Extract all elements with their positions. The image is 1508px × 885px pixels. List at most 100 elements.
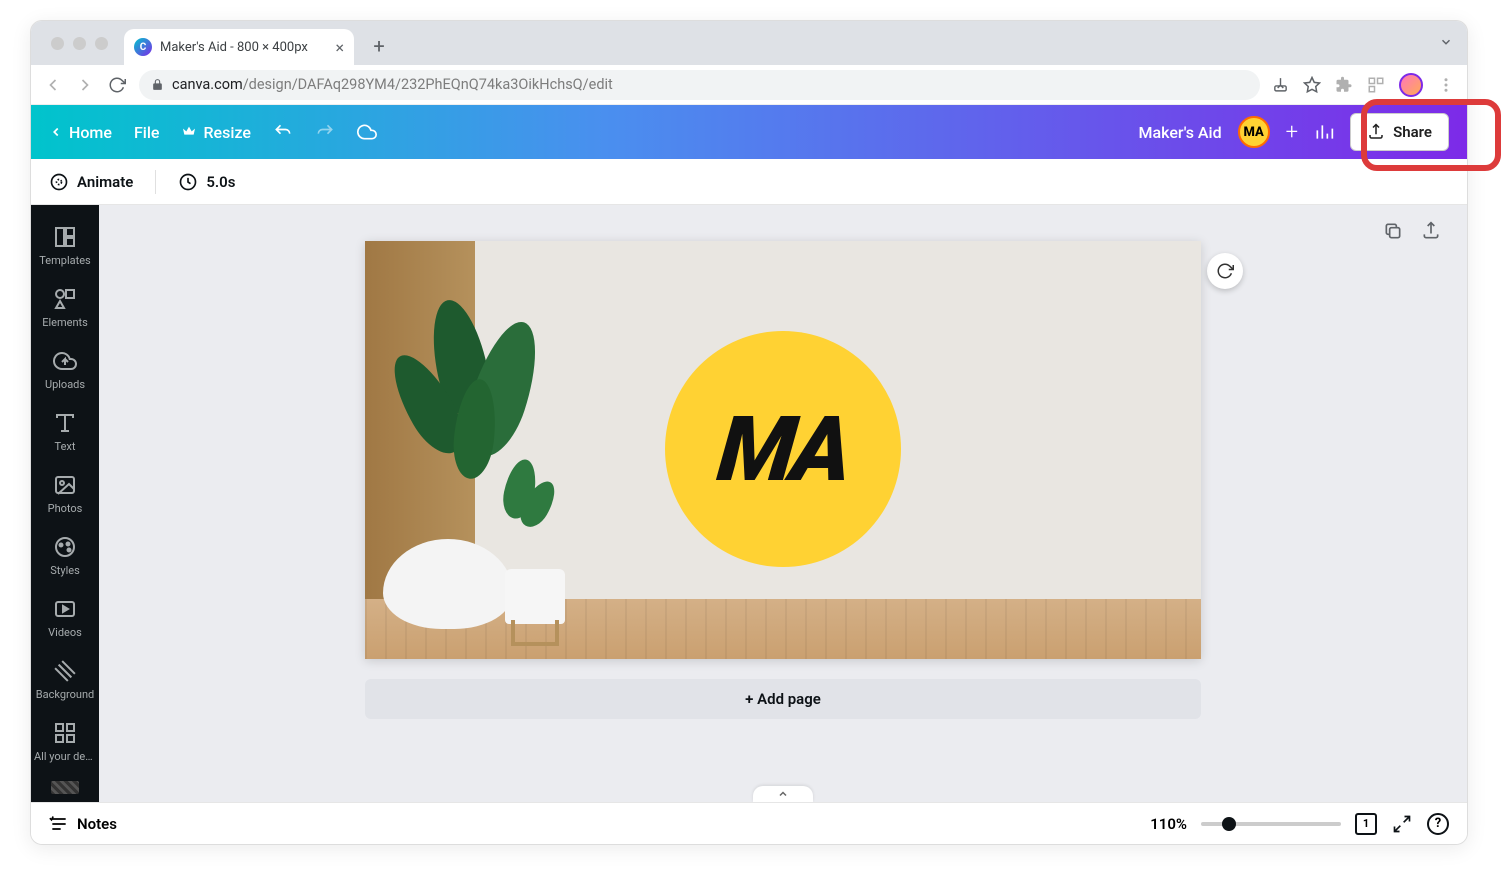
animate-button[interactable]: Animate [49, 172, 133, 192]
rail-label: Styles [50, 564, 80, 577]
nav-forward-icon[interactable] [75, 75, 95, 95]
window-close-icon[interactable] [51, 37, 64, 50]
resize-button[interactable]: Resize [181, 123, 250, 142]
styles-icon [53, 535, 77, 559]
user-avatar-badge[interactable]: MA [1238, 116, 1270, 148]
url-host: canva.com [172, 76, 243, 93]
notes-button[interactable]: Notes [49, 814, 117, 834]
footer-bar: Notes 110% 1 ? [31, 802, 1467, 844]
extensions-icon[interactable] [1335, 76, 1353, 94]
rail-label: Uploads [45, 378, 85, 391]
profile-avatar-icon[interactable] [1399, 73, 1423, 97]
tab-close-icon[interactable]: × [335, 38, 344, 57]
grid-icon [53, 721, 77, 745]
canvas-area[interactable]: MA + Add page [99, 205, 1467, 802]
logo-circle[interactable]: MA [665, 331, 901, 567]
share-button[interactable]: Share [1350, 113, 1449, 151]
home-button[interactable]: Home [49, 123, 112, 142]
help-icon[interactable]: ? [1427, 813, 1449, 835]
new-tab-button[interactable]: + [364, 31, 394, 61]
rail-uploads[interactable]: Uploads [31, 339, 99, 401]
rail-thumbnail[interactable] [51, 781, 79, 794]
browser-toolbar: canva.com/design/DAFAq298YM4/232PhEQnQ74… [31, 65, 1467, 105]
rail-label: Videos [48, 626, 82, 639]
add-member-button[interactable]: + [1286, 120, 1298, 145]
side-rail: Templates Elements Uploads Text Photos [31, 205, 99, 802]
bookmark-star-icon[interactable] [1303, 76, 1321, 94]
rail-elements[interactable]: Elements [31, 277, 99, 339]
rail-label: All your designs [34, 750, 96, 763]
project-name[interactable]: Maker's Aid [1139, 123, 1222, 142]
rail-background[interactable]: Background [31, 649, 99, 711]
tabs-dropdown-icon[interactable] [1439, 35, 1453, 49]
nav-reload-icon[interactable] [107, 75, 127, 95]
browser-tab[interactable]: C Maker's Aid - 800 × 400px × [124, 29, 354, 65]
export-page-icon[interactable] [1421, 221, 1443, 243]
cloud-sync-icon[interactable] [357, 122, 377, 142]
clock-icon [178, 172, 198, 192]
add-page-label: + Add page [745, 690, 821, 708]
file-menu[interactable]: File [134, 123, 160, 142]
page-indicator[interactable]: 1 [1355, 813, 1377, 835]
notes-label: Notes [77, 815, 117, 833]
templates-icon [53, 225, 77, 249]
url-path: /design/DAFAq298YM4/232PhEQnQ74ka3OikHch… [243, 76, 613, 93]
browser-window: C Maker's Aid - 800 × 400px × + [30, 20, 1468, 845]
rail-label: Background [36, 688, 94, 701]
toolbar-separator [155, 170, 156, 194]
zoom-slider[interactable] [1201, 822, 1341, 826]
elements-icon [53, 287, 77, 311]
duration-label: 5.0s [206, 173, 235, 191]
upload-icon [1367, 123, 1385, 141]
resize-label: Resize [203, 123, 250, 142]
rail-all-designs[interactable]: All your designs [31, 711, 99, 773]
rail-photos[interactable]: Photos [31, 463, 99, 525]
zoom-value[interactable]: 110% [1150, 815, 1187, 833]
duration-button[interactable]: 5.0s [178, 172, 235, 192]
text-icon [53, 411, 77, 435]
duplicate-page-icon[interactable] [1383, 221, 1405, 243]
rail-templates[interactable]: Templates [31, 215, 99, 277]
slider-thumb[interactable] [1222, 817, 1236, 831]
pot-small [505, 569, 565, 624]
share-url-icon[interactable] [1272, 76, 1289, 93]
photos-icon [53, 473, 77, 497]
rail-styles[interactable]: Styles [31, 525, 99, 587]
window-maximize-icon[interactable] [95, 37, 108, 50]
design-canvas[interactable]: MA [365, 241, 1201, 659]
context-toolbar: Animate 5.0s [31, 159, 1467, 205]
window-minimize-icon[interactable] [73, 37, 86, 50]
rail-videos[interactable]: Videos [31, 587, 99, 649]
rail-label: Templates [39, 254, 90, 267]
logo-text: MA [713, 397, 853, 502]
refresh-fab[interactable] [1207, 253, 1243, 289]
add-page-button[interactable]: + Add page [365, 679, 1201, 719]
home-label: Home [69, 123, 112, 142]
window-controls[interactable] [43, 21, 116, 65]
expand-timeline-tab[interactable] [753, 786, 813, 802]
plant-image [375, 289, 555, 549]
rail-label: Elements [42, 316, 88, 329]
browser-tab-strip: C Maker's Aid - 800 × 400px × + [31, 21, 1467, 65]
notes-icon [49, 814, 69, 834]
animate-icon [49, 172, 69, 192]
crown-icon [181, 124, 197, 140]
share-label: Share [1393, 123, 1432, 141]
url-text: canva.com/design/DAFAq298YM4/232PhEQnQ74… [172, 76, 613, 93]
rail-text[interactable]: Text [31, 401, 99, 463]
main-area: Templates Elements Uploads Text Photos [31, 205, 1467, 802]
rail-label: Text [55, 440, 76, 453]
address-bar[interactable]: canva.com/design/DAFAq298YM4/232PhEQnQ74… [139, 70, 1260, 100]
redo-button[interactable] [315, 122, 335, 142]
insights-icon[interactable] [1314, 122, 1334, 142]
tab-title: Maker's Aid - 800 × 400px [160, 40, 327, 55]
updates-icon[interactable] [1367, 76, 1385, 94]
animate-label: Animate [77, 173, 133, 191]
nav-back-icon[interactable] [43, 75, 63, 95]
undo-button[interactable] [273, 122, 293, 142]
uploads-icon [53, 349, 77, 373]
canvas-wrap: MA + Add page [365, 241, 1201, 719]
kebab-menu-icon[interactable] [1437, 76, 1455, 94]
fullscreen-icon[interactable] [1391, 813, 1413, 835]
page-controls [1383, 221, 1443, 243]
